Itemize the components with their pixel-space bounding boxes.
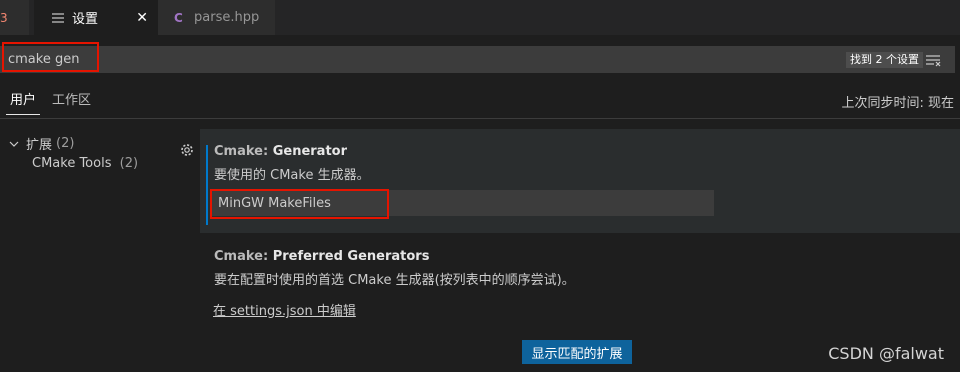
toc-cmake-tools-label: CMake Tools [32,156,112,171]
settings-search-bar: 找到 2 个设置 [0,46,955,73]
tab-settings[interactable]: 设置 ✕ [34,0,158,35]
tab-parse-hpp[interactable]: C parse.hpp [158,0,275,35]
setting-category: Cmake: [214,144,273,159]
gear-icon[interactable] [179,142,195,158]
tab-previous-label: 3 [0,10,8,25]
tab-settings-label: 设置 [72,12,99,27]
toc-cmake-tools-count: (2) [119,156,139,171]
toc-item-cmake-tools[interactable]: CMake Tools (2) [32,156,138,171]
svg-text:C: C [174,12,183,24]
generator-highlight-box [210,189,389,219]
toc-item-extensions[interactable]: 扩展 (2) [8,134,74,153]
setting-preferred-generators-description: 要在配置时使用的首选 CMake 生成器(按列表中的顺序尝试)。 [214,273,575,288]
sync-status: 上次同步时间: 现在 [841,96,954,111]
setting-generator-title: Cmake: Generator [214,144,347,159]
tab-workspace[interactable]: 工作区 [52,90,91,114]
tab-parse-hpp-label: parse.hpp [194,10,260,25]
filter-list-icon[interactable] [924,51,942,69]
tab-previous[interactable]: 3 [0,0,30,35]
setting-name: Generator [272,144,348,159]
close-icon[interactable]: ✕ [136,10,148,26]
setting-preferred-generators-title: Cmake: Preferred Generators [214,249,429,264]
setting-name: Preferred Generators [272,249,430,264]
show-matching-extensions-button[interactable]: 显示匹配的扩展 [522,340,632,364]
toc-extensions-label: 扩展 [26,138,53,153]
watermark: CSDN @falwat [828,344,944,363]
cpp-header-icon: C [172,12,188,24]
settings-scope-tabs: 用户 工作区 上次同步时间: 现在 [0,88,960,119]
editor-tab-bar: 3 设置 ✕ C parse.hpp [0,0,960,35]
search-count-badge: 找到 2 个设置 [846,52,923,68]
setting-category: Cmake: [214,249,273,264]
focus-indicator-bar [206,145,208,225]
setting-generator-description: 要使用的 CMake 生成器。 [214,168,370,183]
edit-in-settings-json-link[interactable]: 在 settings.json 中编辑 [213,300,356,319]
search-highlight-box [2,42,99,72]
toc-extensions-count: (2) [56,136,75,151]
settings-file-icon [50,11,66,25]
chevron-down-icon [8,138,22,150]
tab-user[interactable]: 用户 [6,90,41,115]
